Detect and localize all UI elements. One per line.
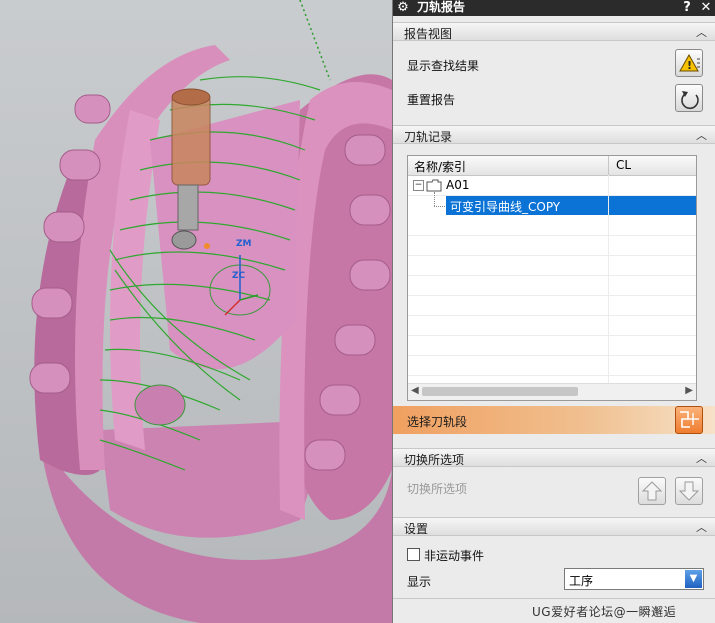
scroll-thumb[interactable] [422, 387, 578, 396]
collapse-icon[interactable]: − [413, 180, 424, 191]
chevron-up-icon[interactable]: ︿ [696, 519, 707, 535]
display-select-value: 工序 [569, 574, 594, 588]
folder-icon [426, 179, 442, 192]
gear-icon[interactable]: ⚙ [396, 0, 410, 16]
display-select[interactable]: 工序 ▼ [564, 568, 704, 590]
svg-text:ZC: ZC [232, 271, 246, 281]
table-row[interactable] [408, 316, 696, 336]
arrow-down-icon [678, 481, 700, 501]
table-row[interactable] [408, 336, 696, 356]
scroll-left-icon[interactable]: ◀ [411, 385, 419, 396]
arrow-up-icon [641, 481, 663, 501]
switch-label: 切换所选项 [407, 482, 468, 496]
table-row[interactable] [408, 256, 696, 276]
non-motion-events-label: 非运动事件 [424, 549, 485, 563]
chevron-down-icon[interactable]: ▼ [685, 570, 702, 588]
select-segment-label: 选择刀轨段 [407, 415, 468, 429]
tree-child-label: 可变引导曲线_COPY [450, 200, 561, 214]
svg-text:!: ! [687, 59, 692, 72]
chevron-up-icon[interactable]: ︿ [696, 127, 707, 143]
dialog-titlebar: ⚙ 刀轨报告 ? ✕ [393, 0, 715, 16]
chevron-up-icon[interactable]: ︿ [696, 24, 707, 40]
column-cl[interactable]: CL [616, 158, 631, 172]
tree-root-label: A01 [446, 178, 470, 192]
reset-report-button[interactable] [675, 84, 703, 112]
svg-text:ZM: ZM [236, 239, 252, 249]
select-segment-button[interactable] [675, 406, 703, 434]
table-row[interactable] [408, 236, 696, 256]
section-report-view-title: 报告视图 [404, 27, 453, 41]
section-toolpath-record-header[interactable]: 刀轨记录 ︿ [393, 125, 715, 144]
table-row[interactable]: − A01 [408, 176, 696, 196]
tree-connector [434, 192, 436, 206]
switch-down-button[interactable] [675, 477, 703, 505]
chevron-up-icon[interactable]: ︿ [696, 450, 707, 466]
segment-select-icon [680, 411, 699, 428]
section-settings-title: 设置 [404, 522, 429, 536]
show-results-button[interactable]: ! [675, 49, 703, 77]
scroll-right-icon[interactable]: ▶ [685, 385, 693, 396]
tree-child-selected[interactable]: 可变引导曲线_COPY [446, 196, 696, 215]
toolpath-report-dialog: ⚙ 刀轨报告 ? ✕ 报告视图 ︿ 显示查找结果 ! 重置报告 刀轨记录 ︿ 名… [392, 0, 715, 623]
select-segment-row[interactable]: 选择刀轨段 [393, 406, 715, 434]
table-row[interactable] [408, 276, 696, 296]
tree-header: 名称/索引 CL [408, 156, 696, 176]
non-motion-events-checkbox[interactable] [407, 548, 420, 561]
undo-icon [681, 91, 699, 110]
section-toolpath-record-title: 刀轨记录 [404, 130, 453, 144]
dialog-title: 刀轨报告 [417, 0, 466, 14]
section-switch-header[interactable]: 切换所选项 ︿ [393, 448, 715, 467]
tree-connector [434, 206, 445, 208]
warning-icon: ! [679, 53, 700, 72]
reset-report-label: 重置报告 [407, 93, 456, 107]
horizontal-scrollbar[interactable]: ◀ ▶ [408, 383, 696, 400]
graphics-viewport[interactable]: ZM ZC [0, 0, 392, 623]
column-separator[interactable] [608, 156, 609, 175]
table-row[interactable] [408, 296, 696, 316]
close-button[interactable]: ✕ [698, 0, 714, 16]
show-results-label: 显示查找结果 [407, 59, 480, 73]
part-model-render: ZM ZC [29, 0, 392, 623]
divider [393, 598, 715, 599]
column-divider [608, 175, 609, 385]
help-button[interactable]: ? [679, 0, 695, 16]
display-label: 显示 [407, 575, 432, 589]
column-name[interactable]: 名称/索引 [414, 158, 466, 175]
watermark: UG爱好者论坛@一瞬邂逅 [532, 605, 677, 619]
table-row[interactable] [408, 356, 696, 376]
section-switch-title: 切换所选项 [404, 453, 465, 467]
switch-up-button[interactable] [638, 477, 666, 505]
toolpath-tree[interactable]: 名称/索引 CL − A01 可变引导曲线_COPY ◀ ▶ [407, 155, 697, 401]
table-row[interactable] [408, 216, 696, 236]
section-settings-header[interactable]: 设置 ︿ [393, 517, 715, 536]
section-report-view-header[interactable]: 报告视图 ︿ [393, 22, 715, 41]
